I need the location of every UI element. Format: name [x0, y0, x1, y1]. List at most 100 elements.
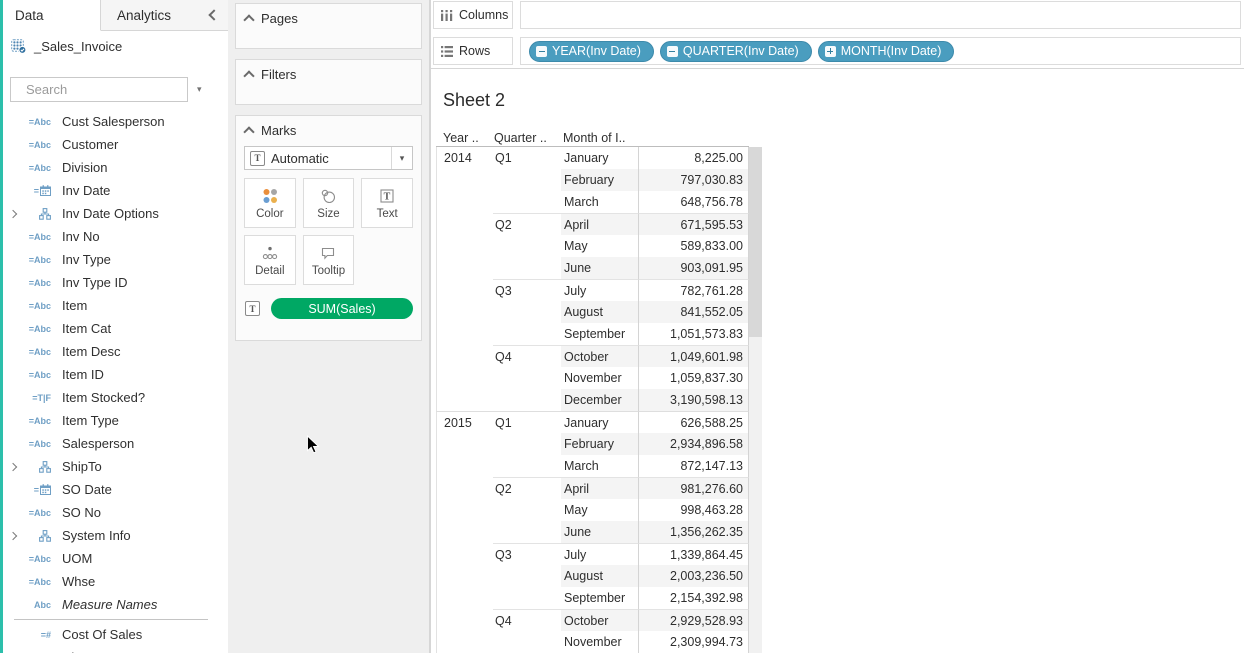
field-item[interactable]: =AbcSalesperson [0, 432, 222, 455]
year-cell[interactable] [436, 389, 493, 411]
quarter-cell[interactable]: Q3 [493, 543, 561, 565]
year-cell[interactable] [436, 565, 493, 587]
month-cell[interactable]: November [561, 367, 638, 389]
quarter-cell[interactable]: Q1 [493, 147, 561, 169]
field-item[interactable]: Inv Date Options [0, 202, 222, 225]
value-cell[interactable]: 3,190,598.13 [638, 389, 749, 411]
field-item[interactable]: ShipTo [0, 455, 222, 478]
value-cell[interactable]: 648,756.78 [638, 191, 749, 213]
dropdown-caret-icon[interactable]: ▾ [391, 147, 412, 169]
table-scrollbar[interactable] [749, 147, 762, 653]
month-cell[interactable]: February [561, 433, 638, 455]
month-cell[interactable]: May [561, 235, 638, 257]
month-cell[interactable]: March [561, 455, 638, 477]
month-cell[interactable]: July [561, 543, 638, 565]
tab-analytics[interactable]: Analytics [101, 0, 200, 30]
value-cell[interactable]: 1,051,573.83 [638, 323, 749, 345]
value-cell[interactable]: 872,147.13 [638, 455, 749, 477]
quarter-cell[interactable]: Q1 [493, 411, 561, 433]
year-cell[interactable] [436, 631, 493, 653]
quarter-cell[interactable] [493, 455, 561, 477]
value-cell[interactable]: 2,934,896.58 [638, 433, 749, 455]
expand-caret-icon[interactable] [8, 209, 16, 217]
pages-card[interactable]: Pages [235, 3, 422, 49]
color-button[interactable]: Color [244, 178, 296, 228]
field-item[interactable]: =AbcSO No [0, 501, 222, 524]
quarter-cell[interactable] [493, 521, 561, 543]
search-options-caret[interactable]: ▾ [197, 84, 202, 95]
chevron-up-icon[interactable] [243, 14, 254, 25]
rows-shelf[interactable]: YEAR(Inv Date)QUARTER(Inv Date)MONTH(Inv… [520, 37, 1241, 65]
scrollbar-thumb[interactable] [749, 147, 762, 337]
value-cell[interactable]: 981,276.60 [638, 477, 749, 499]
month-cell[interactable]: September [561, 587, 638, 609]
collapse-toggle-icon[interactable] [536, 46, 547, 57]
year-cell[interactable] [436, 301, 493, 323]
quarter-cell[interactable] [493, 367, 561, 389]
month-cell[interactable]: October [561, 345, 638, 367]
quarter-cell[interactable] [493, 631, 561, 653]
field-item[interactable]: =AbcItem Type [0, 409, 222, 432]
size-button[interactable]: Size [303, 178, 355, 228]
quarter-cell[interactable] [493, 565, 561, 587]
month-cell[interactable]: April [561, 213, 638, 235]
sidebar-collapse-button[interactable] [200, 0, 228, 30]
search-box[interactable] [10, 77, 188, 102]
field-item[interactable]: =T|FItem Stocked? [0, 386, 222, 409]
value-cell[interactable]: 626,588.25 [638, 411, 749, 433]
value-cell[interactable]: 797,030.83 [638, 169, 749, 191]
value-cell[interactable]: 589,833.00 [638, 235, 749, 257]
year-cell[interactable] [436, 213, 493, 235]
month-cell[interactable]: February [561, 169, 638, 191]
month-cell[interactable]: July [561, 279, 638, 301]
column-header-quarter[interactable]: Quarter .. [494, 131, 547, 145]
year-cell[interactable] [436, 587, 493, 609]
year-cell[interactable] [436, 191, 493, 213]
value-cell[interactable]: 782,761.28 [638, 279, 749, 301]
quarter-cell[interactable] [493, 433, 561, 455]
field-item[interactable]: =AbcUOM [0, 547, 222, 570]
field-item[interactable]: =SO Date [0, 478, 222, 501]
year-cell[interactable] [436, 323, 493, 345]
field-item[interactable]: System Info [0, 524, 222, 547]
year-cell[interactable] [436, 521, 493, 543]
year-cell[interactable] [436, 609, 493, 631]
field-item[interactable]: =AbcCustomer [0, 133, 222, 156]
quarter-cell[interactable]: Q4 [493, 609, 561, 631]
year-cell[interactable]: 2015 [436, 411, 493, 433]
field-item[interactable]: =Inv Date [0, 179, 222, 202]
value-cell[interactable]: 1,339,864.45 [638, 543, 749, 565]
year-cell[interactable] [436, 257, 493, 279]
field-item[interactable]: AbcMeasure Names [0, 593, 222, 616]
month-cell[interactable]: August [561, 565, 638, 587]
value-cell[interactable]: 671,595.53 [638, 213, 749, 235]
month-cell[interactable]: December [561, 389, 638, 411]
year-cell[interactable] [436, 433, 493, 455]
chevron-up-icon[interactable] [243, 126, 254, 137]
search-input[interactable] [24, 81, 204, 98]
field-item[interactable]: =AbcWhse [0, 570, 222, 593]
field-item[interactable]: =AbcItem Cat [0, 317, 222, 340]
value-cell[interactable]: 2,003,236.50 [638, 565, 749, 587]
month-cell[interactable]: June [561, 257, 638, 279]
tab-data[interactable]: Data [0, 0, 101, 31]
month-cell[interactable]: June [561, 521, 638, 543]
text-button[interactable]: TText [361, 178, 413, 228]
field-item[interactable]: =#Cost Of Sales [0, 623, 222, 646]
expand-caret-icon[interactable] [8, 462, 16, 470]
month-cell[interactable]: January [561, 411, 638, 433]
month-cell[interactable]: November [561, 631, 638, 653]
month-cell[interactable]: March [561, 191, 638, 213]
year-cell[interactable] [436, 477, 493, 499]
year-cell[interactable] [436, 367, 493, 389]
value-cell[interactable]: 1,059,837.30 [638, 367, 749, 389]
quarter-cell[interactable] [493, 257, 561, 279]
columns-shelf[interactable] [520, 1, 1241, 29]
month-cell[interactable]: May [561, 499, 638, 521]
rows-pill-quarter-inv-date[interactable]: QUARTER(Inv Date) [660, 41, 812, 62]
field-item[interactable]: =AbcItem [0, 294, 222, 317]
year-cell[interactable] [436, 499, 493, 521]
value-cell[interactable]: 1,356,262.35 [638, 521, 749, 543]
year-cell[interactable] [436, 279, 493, 301]
field-item[interactable]: =AbcItem Desc [0, 340, 222, 363]
